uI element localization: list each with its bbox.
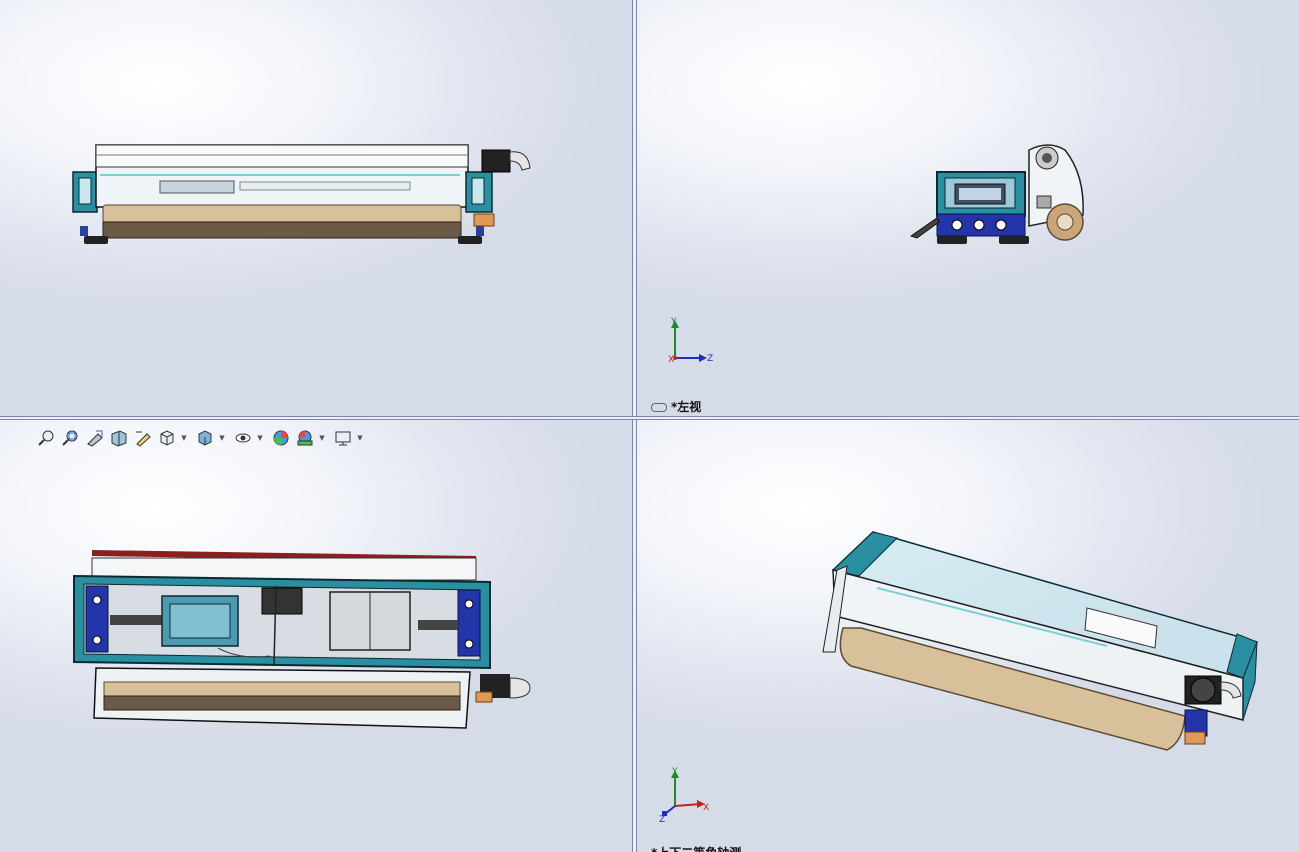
axis-x-label: X: [703, 803, 709, 813]
viewport-horizontal-splitter[interactable]: [0, 416, 1299, 420]
axis-y-label: Y: [670, 317, 677, 327]
zoom-to-area-icon[interactable]: [60, 428, 82, 448]
viewport-trimetric[interactable]: Y X Z *上下二等角轴测: [637, 420, 1299, 852]
apply-scene-icon[interactable]: [294, 428, 316, 448]
axis-triad: Y Z X: [668, 317, 713, 365]
axis-z-label: Z: [707, 354, 713, 364]
view-settings-dropdown-icon[interactable]: ▼: [356, 428, 364, 448]
apply-scene-dropdown-icon[interactable]: ▼: [318, 428, 326, 448]
axis-triad-trimetric: Y X Z: [659, 767, 709, 822]
axis-z-label: Z: [659, 815, 665, 822]
model-front-view[interactable]: [0, 0, 632, 416]
section-view-icon[interactable]: [108, 428, 130, 448]
link-views-icon: [651, 403, 667, 412]
previous-view-icon[interactable]: [84, 428, 106, 448]
viewport-top-view[interactable]: ▼ ▼ ▼ ▼ ▼: [0, 420, 632, 852]
edit-appearance-icon[interactable]: [270, 428, 292, 448]
viewport-left-view[interactable]: Y Z X *左视: [637, 0, 1299, 416]
model-left-view[interactable]: [637, 0, 1299, 416]
dynamic-annotation-icon[interactable]: [132, 428, 154, 448]
zoom-to-fit-icon[interactable]: [36, 428, 58, 448]
axis-x-label: X: [668, 355, 674, 365]
view-name-label: *上下二等角轴测: [651, 844, 741, 852]
hide-show-items-icon[interactable]: [232, 428, 254, 448]
view-name-label: *左视: [651, 398, 701, 415]
display-style-icon[interactable]: [194, 428, 216, 448]
view-orientation-dropdown-icon[interactable]: ▼: [180, 428, 188, 448]
model-trimetric-view[interactable]: [637, 420, 1299, 852]
heads-up-view-toolbar: ▼ ▼ ▼ ▼ ▼: [36, 428, 368, 448]
hide-show-dropdown-icon[interactable]: ▼: [256, 428, 264, 448]
view-settings-icon[interactable]: [332, 428, 354, 448]
model-top-view[interactable]: [0, 420, 632, 852]
view-orientation-icon[interactable]: [156, 428, 178, 448]
axis-y-label: Y: [671, 767, 678, 777]
display-style-dropdown-icon[interactable]: ▼: [218, 428, 226, 448]
viewport-front[interactable]: [0, 0, 632, 416]
viewport-vertical-splitter[interactable]: [632, 0, 637, 852]
